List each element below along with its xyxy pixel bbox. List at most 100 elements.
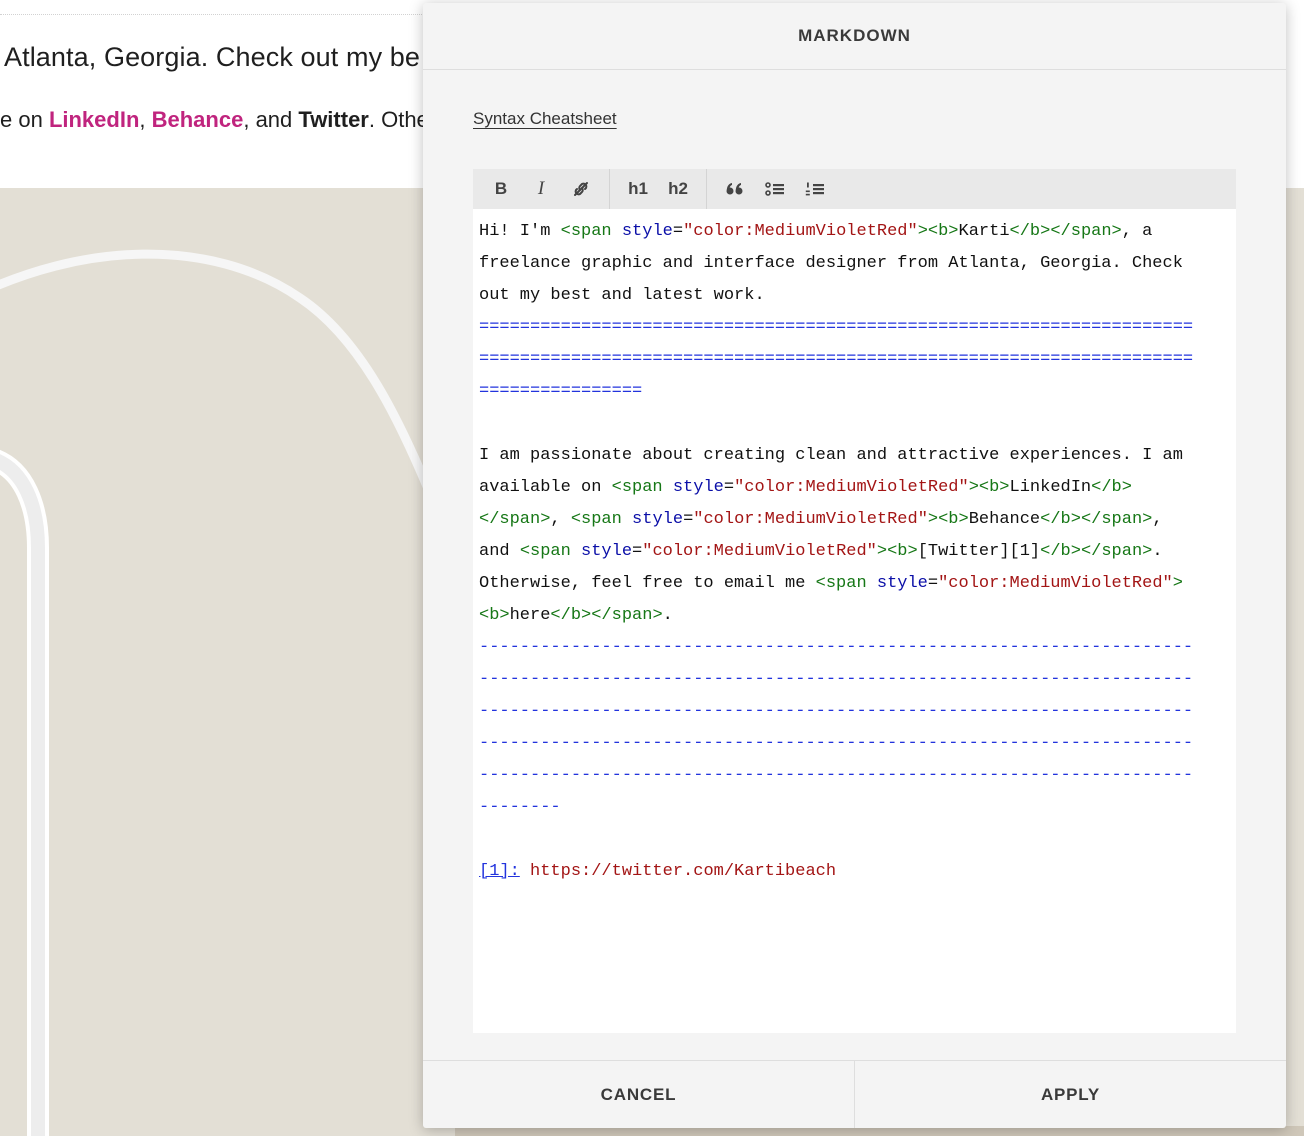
code-token-t: = [672,222,684,241]
code-token-tag: </b> [1091,478,1132,497]
code-token-str: "color:MediumVioletRed" [683,222,918,241]
page-text-line-1: Atlanta, Georgia. Check out my be [4,42,421,72]
code-token-t: LinkedIn [1009,478,1092,497]
modal-header: MARKDOWN [423,3,1286,70]
code-token-t: = [632,542,643,561]
code-token-tag: </span> [1080,510,1153,529]
code-token-t: Hi! I'm [479,222,561,241]
code-line: I am passionate about creating clean and… [479,440,1230,472]
code-token-str: "color:MediumVioletRed" [734,478,969,497]
code-token-t: freelance graphic and interface designer… [479,254,1183,273]
code-token-hr: -------- [479,798,561,817]
code-line: </span>, <span style="color:MediumViolet… [479,504,1230,536]
code-token-tag: > [876,542,888,561]
code-line: Hi! I'm <span style="color:MediumVioletR… [479,216,1230,248]
page-text-sep-2: , and [243,107,299,132]
code-line: <b>here</b></span>. [479,600,1230,632]
code-token-tag: </b> [1040,542,1081,561]
code-line: ========================================… [479,344,1230,376]
numbered-list-button[interactable] [795,169,835,209]
code-line: available on <span style="color:MediumVi… [479,472,1230,504]
code-token-t: = [683,510,694,529]
code-token-tag: > [1172,574,1183,593]
link-icon [574,182,588,196]
code-token-hr: ----------------------------------------… [479,670,1194,689]
italic-button[interactable]: I [521,169,561,209]
code-token-att: style [581,542,633,561]
quote-icon [726,183,743,195]
markdown-editor[interactable]: Hi! I'm <span style="color:MediumVioletR… [473,209,1236,1033]
quote-button[interactable] [715,169,755,209]
code-token-tag: <b> [927,222,959,241]
numbered-list-icon [805,182,824,196]
code-token-tag: <span [815,574,877,593]
bold-icon: B [494,179,508,198]
format-group: B I [473,169,609,209]
code-line: ================ [479,376,1230,408]
code-token-t: , [550,510,571,529]
link-button[interactable] [561,169,601,209]
code-token-t: Behance [968,510,1041,529]
code-token-hr: ========================================… [479,350,1194,369]
page-text-prefix: e on [0,107,49,132]
code-token-t: , a [1121,222,1153,241]
code-token-tag: > [927,510,939,529]
code-line: -------- [479,792,1230,824]
code-token-url[interactable]: https://twitter.com/Kartibeach [530,862,836,881]
code-token-tag: > [968,478,979,497]
code-token-t: = [723,478,735,497]
heading-group: h1 h2 [610,169,706,209]
page-text-line-2: e on LinkedIn, Behance, and Twitter. Oth… [0,107,429,133]
code-token-t: out my best and latest work. [479,286,765,305]
code-line: ========================================… [479,312,1230,344]
code-token-att: style [632,510,684,529]
modal-footer: CANCEL APPLY [423,1060,1286,1128]
code-token-tag: </span> [1080,542,1153,561]
code-token-t: . [1152,542,1163,561]
code-token-t [520,862,530,881]
linkedin-link[interactable]: LinkedIn [49,107,139,132]
code-token-att: style [621,222,673,241]
code-token-str: "color:MediumVioletRed" [938,574,1173,593]
code-token-t: [Twitter][1] [917,542,1041,561]
code-token-tag: </span> [1050,222,1122,241]
code-token-t: = [927,574,939,593]
code-line: ----------------------------------------… [479,696,1230,728]
dotted-divider [0,14,430,15]
h1-button[interactable]: h1 [618,169,658,209]
code-token-tag: </b> [550,606,592,625]
code-token-tag: > [917,222,928,241]
code-token-t: , [1152,510,1163,529]
code-line: out my best and latest work. [479,280,1230,312]
bulleted-list-icon [765,182,784,196]
code-token-tag: <b> [978,478,1010,497]
syntax-cheatsheet-link[interactable]: Syntax Cheatsheet [473,109,617,129]
markdown-modal: MARKDOWN Syntax Cheatsheet B I h1 h2 Hi!… [423,3,1286,1128]
code-token-t: here [509,606,551,625]
code-token-tag: <b> [887,542,918,561]
code-line: and <span style="color:MediumVioletRed">… [479,536,1230,568]
apply-button[interactable]: APPLY [854,1061,1286,1128]
code-token-tag: <span [519,542,582,561]
h2-button[interactable]: h2 [658,169,698,209]
code-token-tag: </span> [479,510,551,529]
cancel-button[interactable]: CANCEL [423,1061,854,1128]
code-token-tag: <span [560,222,622,241]
code-token-hr: ----------------------------------------… [479,766,1194,785]
code-line: [1]: https://twitter.com/Kartibeach [479,856,1230,888]
code-line: ----------------------------------------… [479,760,1230,792]
code-line: freelance graphic and interface designer… [479,248,1230,280]
code-token-tag: <b> [938,510,969,529]
bulleted-list-button[interactable] [755,169,795,209]
behance-link[interactable]: Behance [152,107,244,132]
code-line: ----------------------------------------… [479,728,1230,760]
bold-button[interactable]: B [481,169,521,209]
code-line: ----------------------------------------… [479,664,1230,696]
code-token-ref[interactable]: [1]: [479,862,520,881]
code-token-t: Otherwise, feel free to email me [479,574,816,593]
code-token-hr: ----------------------------------------… [479,734,1194,753]
code-token-str: "color:MediumVioletRed" [693,510,928,529]
editor-toolbar: B I h1 h2 [473,169,1236,209]
markdown-code: Hi! I'm <span style="color:MediumVioletR… [473,209,1236,888]
